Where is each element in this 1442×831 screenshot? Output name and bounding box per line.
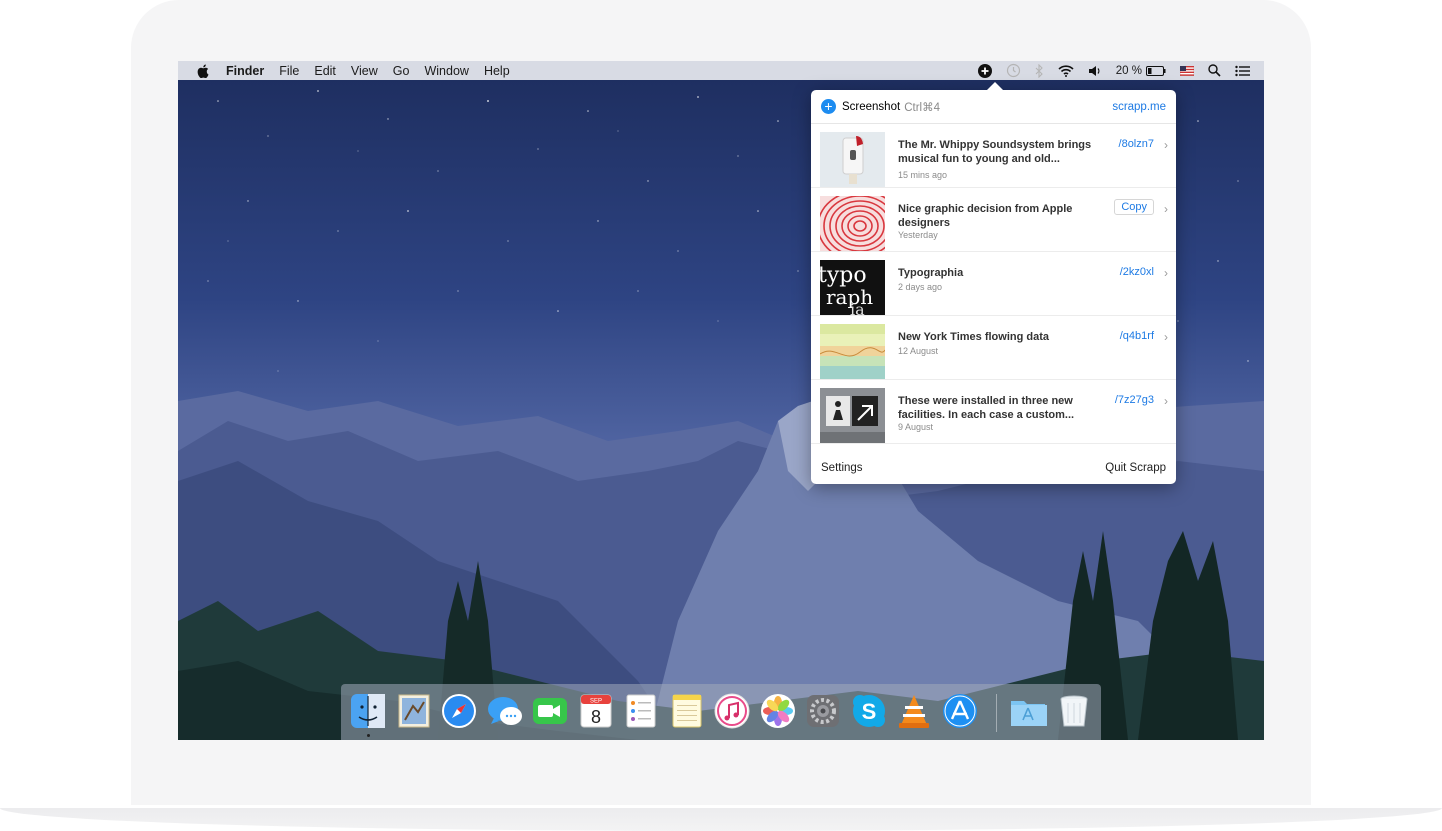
us-flag-icon[interactable] <box>1180 65 1194 76</box>
chevron-right-icon[interactable]: › <box>1164 266 1168 280</box>
system-preferences-icon[interactable] <box>804 692 842 730</box>
itunes-icon[interactable] <box>713 692 751 730</box>
battery-percent: 20 % <box>1115 64 1142 77</box>
item-title: The Mr. Whippy Soundsystem brings musica… <box>898 139 1092 165</box>
trash-icon[interactable] <box>1055 692 1093 730</box>
status-area: 20 % <box>977 61 1264 80</box>
popover-header: + Screenshot Ctrl⌘4 scrapp.me <box>811 90 1176 124</box>
thumbnail-flowing-data <box>820 324 885 379</box>
scrapp-plus-icon[interactable] <box>977 63 992 78</box>
running-indicator <box>367 734 370 737</box>
battery-status[interactable]: 20 % <box>1116 65 1166 77</box>
menu-go[interactable]: Go <box>393 64 410 78</box>
finder-icon[interactable] <box>349 692 387 730</box>
photos-icon[interactable] <box>759 692 797 730</box>
item-short-link[interactable]: /8olzn7 <box>1119 138 1154 150</box>
messages-icon[interactable] <box>486 692 524 730</box>
notification-center-icon[interactable] <box>1235 65 1250 77</box>
item-time: Yesterday <box>898 230 938 240</box>
item-short-link[interactable]: /7z27g3 <box>1115 394 1154 406</box>
chevron-right-icon[interactable]: › <box>1164 394 1168 408</box>
screenshot-action[interactable]: Screenshot <box>842 101 900 113</box>
item-short-link[interactable]: /2kz0xl <box>1120 266 1154 278</box>
item-title: Nice graphic decision from Apple designe… <box>898 203 1073 229</box>
time-machine-icon[interactable] <box>1006 63 1021 78</box>
vlc-icon[interactable] <box>895 692 933 730</box>
menu-bar: Finder File Edit View Go Window Help 20 <box>178 61 1264 80</box>
spotlight-search-icon[interactable] <box>1208 64 1221 77</box>
list-item[interactable]: typo raph ia Typographia 2 days ago /2kz… <box>811 252 1176 316</box>
reminders-icon[interactable] <box>622 692 660 730</box>
menu-edit[interactable]: Edit <box>314 64 336 78</box>
calendar-day: 8 <box>591 707 601 727</box>
thumbnail-ice-cream-speaker <box>820 132 885 187</box>
svg-text:S: S <box>862 699 877 724</box>
list-item[interactable]: The Mr. Whippy Soundsystem brings musica… <box>811 124 1176 188</box>
volume-icon[interactable] <box>1088 65 1102 77</box>
list-item[interactable]: Nice graphic decision from Apple designe… <box>811 188 1176 252</box>
menu-file[interactable]: File <box>279 64 299 78</box>
menu-window[interactable]: Window <box>424 64 468 78</box>
thumbnail-fingerprint-pattern <box>820 196 885 251</box>
apple-menu-icon[interactable] <box>194 62 212 80</box>
item-time: 12 August <box>898 346 939 356</box>
chevron-right-icon[interactable]: › <box>1164 202 1168 216</box>
item-time: 9 August <box>898 422 934 432</box>
app-store-icon[interactable] <box>941 692 979 730</box>
item-short-link[interactable]: /q4b1rf <box>1120 330 1154 342</box>
calendar-icon[interactable]: SEP 8 <box>577 692 615 730</box>
menu-view[interactable]: View <box>351 64 378 78</box>
dock: SEP 8 S <box>341 684 1101 740</box>
facetime-icon[interactable] <box>531 692 569 730</box>
chevron-right-icon[interactable]: › <box>1164 330 1168 344</box>
popover-footer: Settings Quit Scrapp <box>811 451 1176 484</box>
skype-icon[interactable]: S <box>850 692 888 730</box>
copy-button[interactable]: Copy <box>1114 199 1154 215</box>
chevron-right-icon[interactable]: › <box>1164 138 1168 152</box>
safari-icon[interactable] <box>440 692 478 730</box>
mail-icon[interactable] <box>395 692 433 730</box>
menu-help[interactable]: Help <box>484 64 510 78</box>
screenshot-shortcut: Ctrl⌘4 <box>904 101 940 114</box>
scrapp-popover: + Screenshot Ctrl⌘4 scrapp.me The Mr. Wh… <box>811 82 1176 484</box>
notes-icon[interactable] <box>668 692 706 730</box>
settings-button[interactable]: Settings <box>811 462 873 474</box>
desktop: Finder File Edit View Go Window Help 20 <box>178 61 1264 740</box>
menu-app-name[interactable]: Finder <box>226 64 264 78</box>
site-link[interactable]: scrapp.me <box>1112 101 1166 113</box>
thumbnail-signage <box>820 388 885 443</box>
svg-text:ia: ia <box>850 300 865 315</box>
battery-icon <box>1146 65 1166 76</box>
list-item[interactable]: These were installed in three new facili… <box>811 380 1176 444</box>
item-time: 2 days ago <box>898 282 943 292</box>
item-title: These were installed in three new facili… <box>898 395 1075 421</box>
list-item[interactable]: New York Times flowing data 12 August /q… <box>811 316 1176 380</box>
item-title: New York Times flowing data <box>898 331 1049 343</box>
applications-folder-icon[interactable] <box>1009 692 1047 730</box>
calendar-month: SEP <box>590 699 602 705</box>
popover-arrow <box>987 82 1003 90</box>
screenshot-plus-icon[interactable]: + <box>821 99 836 114</box>
item-title: Typographia <box>898 267 964 279</box>
item-time: 15 mins ago <box>898 170 948 180</box>
thumbnail-typography-poster: typo raph ia <box>820 260 885 315</box>
bluetooth-icon[interactable] <box>1035 63 1044 78</box>
wifi-icon[interactable] <box>1058 64 1074 77</box>
laptop-base <box>0 808 1442 831</box>
dock-separator <box>996 694 997 732</box>
quit-button[interactable]: Quit Scrapp <box>1095 462 1176 474</box>
